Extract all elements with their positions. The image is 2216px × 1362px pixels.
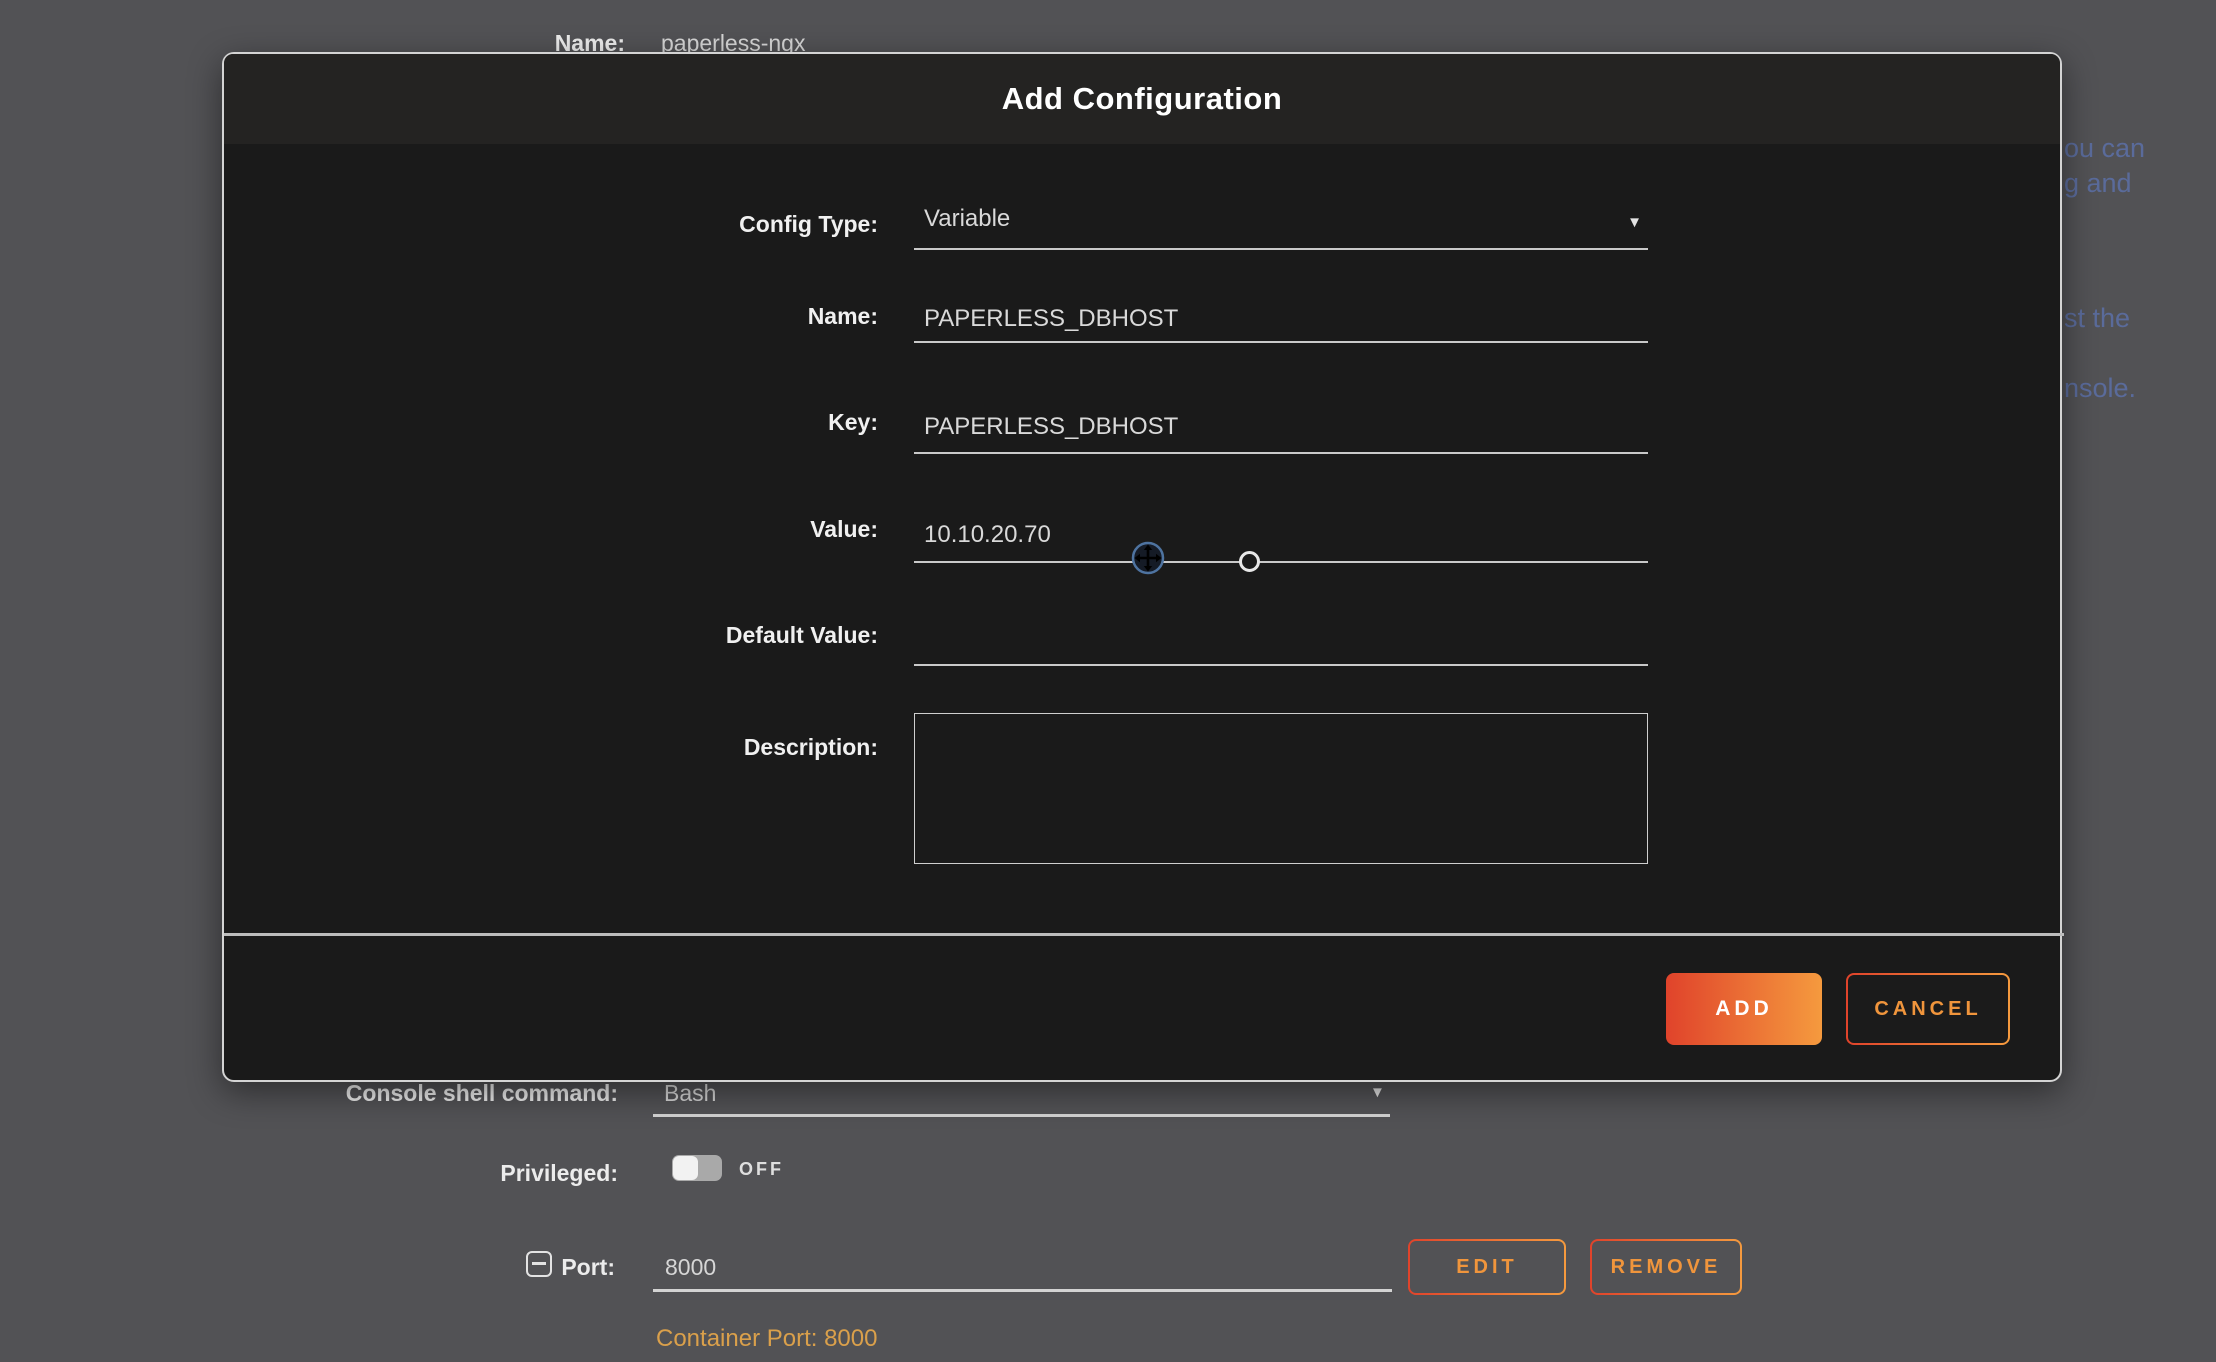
edit-button[interactable]: EDIT <box>1408 1239 1566 1295</box>
port-underline <box>653 1289 1392 1292</box>
default-value-field-wrap <box>914 615 1648 666</box>
remove-button[interactable]: REMOVE <box>1590 1239 1742 1295</box>
modal-title: Add Configuration <box>1002 81 1283 117</box>
cancel-button[interactable]: CANCEL <box>1846 973 2010 1045</box>
console-shell-underline <box>653 1114 1390 1117</box>
default-value-input[interactable] <box>914 615 1648 664</box>
console-shell-command-label: Console shell command: <box>218 1078 618 1108</box>
config-type-select[interactable]: Variable ▼ <box>914 204 1648 250</box>
name-input[interactable] <box>914 296 1648 341</box>
value-input[interactable] <box>914 509 1648 561</box>
config-type-label: Config Type: <box>478 209 878 239</box>
footer-divider <box>224 933 2064 936</box>
move-cursor-icon <box>1130 540 1166 581</box>
name-label: Name: <box>478 301 878 331</box>
port-label: Port: <box>415 1252 615 1282</box>
toggle-knob <box>673 1156 698 1180</box>
description-textarea[interactable] <box>914 713 1648 864</box>
help-text-fragment: nsole. <box>2064 373 2136 403</box>
port-value[interactable]: 8000 <box>665 1252 716 1282</box>
value-field-wrap <box>914 509 1648 563</box>
privileged-state: OFF <box>739 1157 784 1181</box>
key-field-wrap <box>914 402 1648 454</box>
container-port-note: Container Port: 8000 <box>656 1325 877 1353</box>
pointer-circle-icon <box>1239 551 1260 572</box>
config-type-selected-value: Variable <box>924 205 1010 232</box>
modal-header: Add Configuration <box>224 54 2060 144</box>
default-value-label: Default Value: <box>478 620 878 650</box>
privileged-toggle[interactable] <box>672 1155 722 1181</box>
value-label: Value: <box>478 514 878 544</box>
chevron-down-icon: ▼ <box>1627 208 1642 238</box>
help-text-fragment: g and <box>2064 168 2132 198</box>
add-button[interactable]: ADD <box>1666 973 1822 1045</box>
help-text-fragment: ou can <box>2064 133 2145 163</box>
key-label: Key: <box>478 407 878 437</box>
key-input[interactable] <box>914 402 1648 452</box>
name-field-wrap <box>914 296 1648 343</box>
privileged-label: Privileged: <box>318 1158 618 1188</box>
description-label: Description: <box>478 732 878 762</box>
help-text-fragment: st the <box>2064 303 2130 333</box>
chevron-down-icon: ▼ <box>1370 1078 1385 1108</box>
console-shell-command-value[interactable]: Bash <box>664 1078 716 1108</box>
